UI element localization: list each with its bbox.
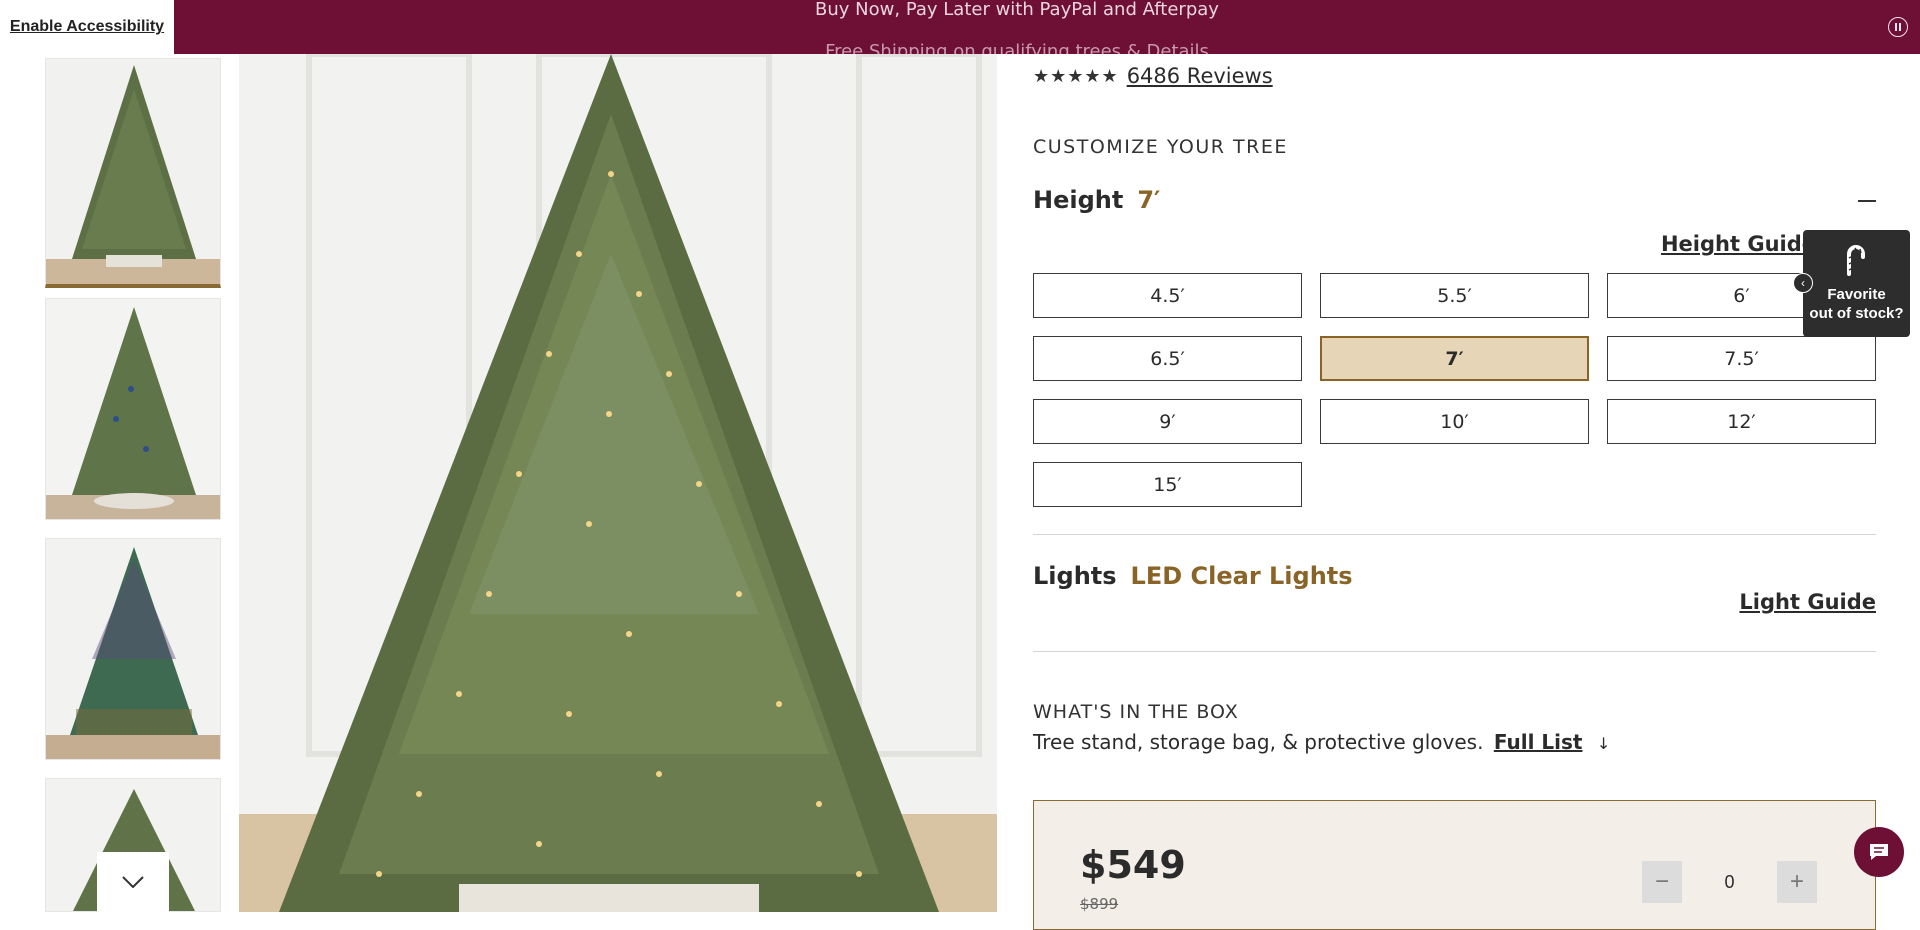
height-option[interactable]: 5.5′ [1320,273,1589,318]
tree-thumbnail-image [46,59,220,284]
gallery-thumbnail[interactable] [45,538,221,760]
pause-icon[interactable] [1888,17,1908,37]
height-label: Height [1033,186,1124,214]
enable-accessibility-button[interactable]: Enable Accessibility [0,0,174,54]
height-option[interactable]: 10′ [1320,399,1589,444]
favorite-out-of-stock-popup[interactable]: Favorite out of stock? ‹ [1793,230,1910,337]
favorite-popup-line1: Favorite [1827,286,1886,303]
height-option[interactable]: 9′ [1033,399,1302,444]
height-options: 4.5′ 5.5′ 6′ 6.5′ 7′ 7.5′ 9′ 10′ 12′ 15′ [1033,273,1876,507]
height-option[interactable]: 4.5′ [1033,273,1302,318]
customize-title: CUSTOMIZE YOUR TREE [1033,136,1288,158]
height-option-selected[interactable]: 7′ [1320,336,1589,381]
purchase-box: $549 $899 − 0 + [1033,800,1876,930]
whats-in-box-text: Tree stand, storage bag, & protective gl… [1033,730,1610,754]
collapse-icon[interactable] [1858,200,1876,202]
divider [1033,534,1876,535]
banner-message-next: Free Shipping on qualifying trees & Deta… [825,42,1209,54]
quantity-increase-button[interactable]: + [1777,861,1817,903]
tree-thumbnail-image [46,299,220,519]
chat-icon[interactable] [1854,827,1904,877]
current-price: $549 [1080,843,1186,887]
quantity-input[interactable]: 0 [1682,861,1777,903]
height-option[interactable]: 7.5′ [1607,336,1876,381]
height-option[interactable]: 15′ [1033,462,1302,507]
height-option[interactable]: 12′ [1607,399,1876,444]
candy-cane-icon [1843,242,1869,281]
light-guide-link[interactable]: Light Guide [1739,590,1876,614]
original-price: $899 [1080,895,1119,913]
height-option[interactable]: 6.5′ [1033,336,1302,381]
lights-selected-value: LED Clear Lights [1130,562,1353,590]
reviews-link[interactable]: 6486 Reviews [1127,64,1273,88]
full-list-link[interactable]: Full List [1494,730,1583,754]
banner-message: Buy Now, Pay Later with PayPal and After… [815,0,1219,20]
box-contents: Tree stand, storage bag, & protective gl… [1033,730,1484,754]
gallery-thumbnail[interactable] [45,58,221,288]
whats-in-box-title: WHAT'S IN THE BOX [1033,701,1239,723]
product-main-image [239,54,997,912]
chevron-down-icon[interactable] [97,852,169,912]
quantity-stepper: − 0 + [1642,861,1817,903]
favorite-popup-text: Favorite out of stock? [1803,285,1910,323]
product-options-panel: ★★★★★ 6486 Reviews CUSTOMIZE YOUR TREE H… [1033,54,1876,930]
star-rating-icon: ★★★★★ [1033,65,1119,86]
tree-thumbnail-image [46,539,220,759]
height-guide-link[interactable]: Height Guide [1661,232,1816,256]
promo-banner: Enable Accessibility Buy Now, Pay Later … [0,0,1920,54]
rating-row: ★★★★★ 6486 Reviews [1033,64,1273,88]
height-heading[interactable]: Height 7′ [1033,186,1160,214]
favorite-popup-line2: out of stock? [1809,305,1904,322]
arrow-down-icon: ↓ [1596,734,1611,753]
divider [1033,651,1876,652]
height-selected-value: 7′ [1137,186,1161,214]
gallery-thumbnail[interactable] [45,298,221,520]
quantity-decrease-button[interactable]: − [1642,861,1682,903]
lights-heading[interactable]: Lights LED Clear Lights [1033,562,1353,590]
christmas-tree-image [239,54,997,912]
chevron-left-icon[interactable]: ‹ [1793,273,1813,293]
lights-label: Lights [1033,562,1117,590]
